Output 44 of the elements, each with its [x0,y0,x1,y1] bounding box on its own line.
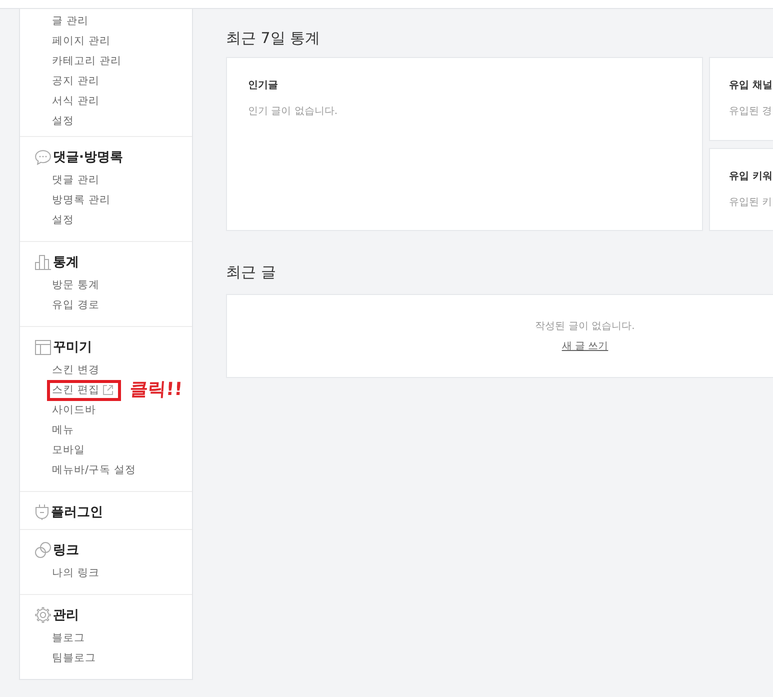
sidebar-section-link[interactable]: 플러그인 [35,501,103,523]
sidebar-menu-link[interactable]: 메뉴 [52,420,74,440]
sidebar-section-link[interactable]: 댓글·방명록 [35,146,123,168]
sidebar-menu-link[interactable]: 모바일 [52,440,85,460]
empty-message: 유입된 키 [729,196,772,210]
layout-icon [35,340,51,354]
speech-bubble-icon [35,150,51,164]
sidebar-menu-link[interactable]: 스킨 변경 [52,360,100,380]
sidebar-menu-link[interactable]: 사이드바 [52,400,96,420]
sidebar-menu-link[interactable]: 유입 경로 [52,295,100,315]
sidebar-menu-link[interactable]: 카테고리 관리 [52,51,122,71]
settings-icon [35,607,51,623]
section-title: 최근 7일 통계 [226,28,320,48]
card-title: 인기글 [248,79,278,93]
empty-message: 인기 글이 없습니다. [248,105,338,119]
sidebar-menu-link[interactable]: 공지 관리 [52,71,100,91]
section-title: 최근 글 [226,262,276,282]
sidebar-menu-link[interactable]: 방문 통계 [52,275,100,295]
sidebar-menu-link[interactable]: 메뉴바/구독 설정 [52,460,136,480]
sidebar-menu-link[interactable]: 블로그 [52,628,85,648]
card-title: 유입 채널 [729,79,772,93]
sidebar-section-link[interactable]: 꾸미기 [35,336,92,358]
new-post-link[interactable]: 새 글 쓰기 [562,340,608,354]
plug-icon [35,504,49,520]
sidebar-menu-link[interactable]: 글 관리 [52,11,88,31]
sidebar-section-link[interactable]: 관리 [35,604,79,626]
sidebar-menu-link[interactable]: 방명록 관리 [52,190,110,210]
chain-link-icon [35,542,51,558]
sidebar-menu-link[interactable]: 나의 링크 [52,563,100,583]
sidebar-menu-link[interactable]: 설정 [52,210,74,230]
sidebar-menu-link[interactable]: 팀블로그 [52,648,96,668]
sidebar-section-link[interactable]: 통계 [35,251,79,273]
sidebar-menu-link[interactable]: 설정 [52,111,74,131]
empty-message: 유입된 경 [729,105,772,119]
sidebar-section-link[interactable]: 링크 [35,539,79,561]
sidebar-menu-link[interactable]: 서식 관리 [52,91,100,111]
highlighted-menu-link[interactable]: 스킨 편집 [47,380,122,400]
empty-message: 작성된 글이 없습니다. [535,320,635,334]
bar-chart-icon [35,254,51,270]
sidebar-menu-link[interactable]: 댓글 관리 [52,170,100,190]
annotation-text: 클릭!! [130,380,184,400]
external-link-icon [103,385,114,395]
sidebar-menu-link[interactable]: 페이지 관리 [52,31,110,51]
card-title: 유입 키워 [729,170,772,184]
